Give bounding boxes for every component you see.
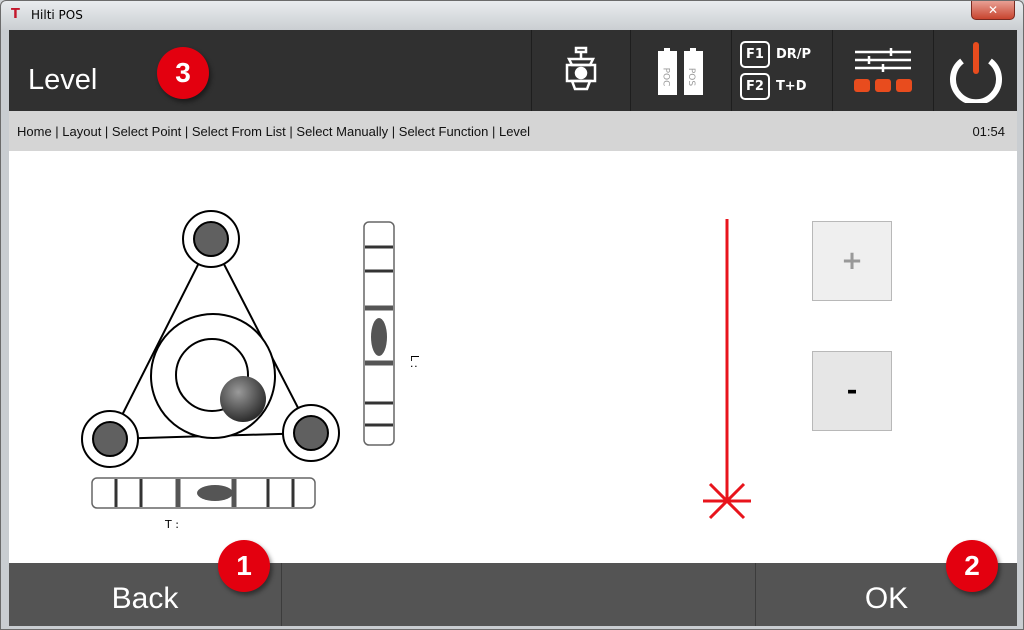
laser-plus-button[interactable]: + [812, 221, 892, 301]
battery-status[interactable]: POC POS [630, 30, 731, 111]
tilt-t-label: T : [165, 518, 179, 531]
vertical-vial [363, 221, 395, 446]
page-title: Level [28, 64, 98, 96]
f1-badge: F1 [740, 41, 770, 68]
power-button[interactable] [933, 30, 1017, 111]
footer-bar: Back OK [9, 563, 1017, 626]
breadcrumb-path[interactable]: Home | Layout | Select Point | Select Fr… [17, 124, 530, 139]
f1-key[interactable]: F1 DR/P [740, 41, 811, 68]
close-button[interactable]: ✕ [971, 1, 1015, 20]
battery-poc-label: POC [660, 67, 671, 87]
f2-label: T+D [775, 79, 807, 94]
callout-badge-2: 2 [946, 540, 998, 592]
instrument-button[interactable] [531, 30, 630, 111]
settings-sliders-icon [854, 47, 912, 92]
battery-pos-label: POS [686, 67, 697, 87]
tribrach-circular-level [81, 210, 340, 468]
f2-badge: F2 [740, 73, 770, 100]
function-keys: F1 DR/P F2 T+D [731, 30, 832, 111]
callout-badge-1: 1 [218, 540, 270, 592]
app-window: T Hilti POS ✕ Level POC POS F1 DR/P F2 T… [0, 0, 1024, 630]
laser-minus-button[interactable]: - [812, 351, 892, 431]
settings-button[interactable] [832, 30, 933, 111]
power-icon [949, 41, 1002, 103]
f1-label: DR/P [775, 47, 812, 62]
hilti-app-icon: T [11, 7, 20, 22]
f2-key[interactable]: F2 T+D [740, 73, 807, 100]
horizontal-vial [91, 477, 316, 509]
breadcrumb: Home | Layout | Select Point | Select Fr… [9, 111, 1017, 151]
callout-badge-3: 3 [157, 47, 209, 99]
laser-plumb [703, 219, 751, 520]
window-title: Hilti POS [31, 8, 83, 22]
level-bubble [220, 376, 266, 422]
tilt-l-label: L : [408, 354, 422, 369]
instrument-icon [565, 46, 597, 90]
clock: 01:54 [972, 124, 1005, 139]
level-view: T : L : + - [9, 151, 1017, 563]
title-bar: T Hilti POS ✕ [1, 1, 1023, 29]
